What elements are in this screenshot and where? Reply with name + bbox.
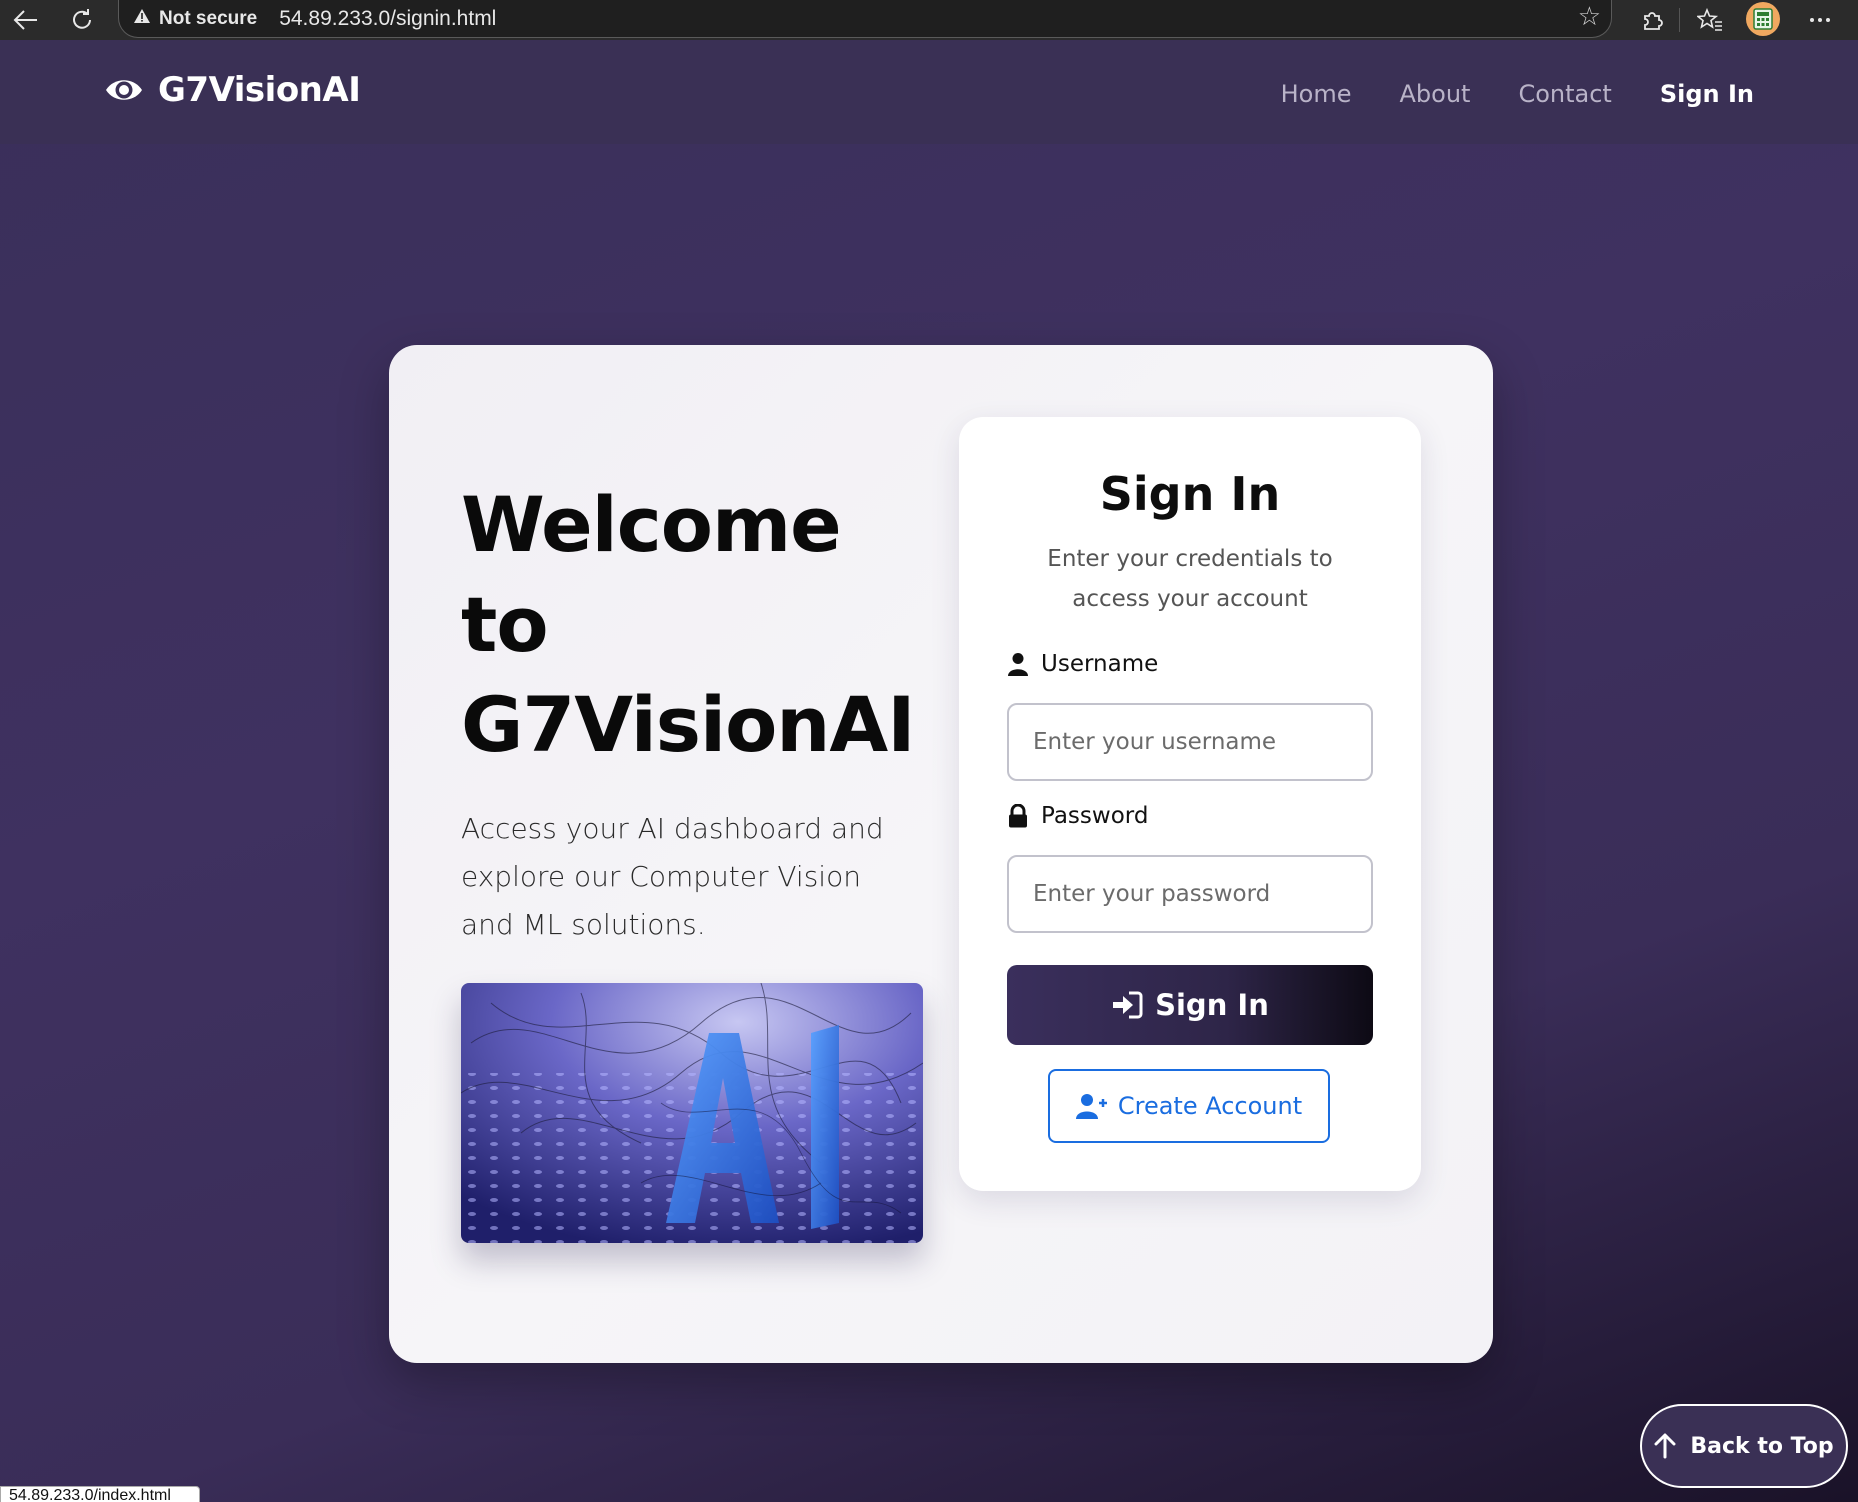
extensions-icon[interactable]: [1632, 0, 1672, 40]
welcome-heading: Welcome to G7VisionAI: [461, 480, 916, 769]
arrow-up-icon: [1654, 1433, 1676, 1459]
nav-contact[interactable]: Contact: [1518, 80, 1611, 108]
signin-subtitle: Enter your credentials to access your ac…: [1047, 546, 1333, 612]
signin-button[interactable]: Sign In: [1007, 965, 1373, 1045]
brand-link[interactable]: G7VisionAI: [104, 70, 361, 110]
username-label-text: Username: [1041, 651, 1159, 677]
back-to-top-label: Back to Top: [1690, 1433, 1834, 1459]
toolbar-divider: [1679, 8, 1680, 32]
star-icon[interactable]: ☆: [1578, 2, 1601, 32]
password-label-text: Password: [1041, 803, 1149, 829]
lock-icon: [1009, 804, 1027, 828]
signin-card: Welcome to G7VisionAI Access your AI das…: [389, 345, 1493, 1363]
url-text[interactable]: 54.89.233.0/signin.html: [279, 7, 496, 31]
eye-icon: [106, 80, 142, 100]
user-icon: [1008, 653, 1028, 676]
address-bar[interactable]: Not secure 54.89.233.0/signin.html ☆: [118, 0, 1612, 38]
welcome-description: Access your AI dashboard and explore our…: [461, 812, 884, 941]
ai-hero-image: [461, 983, 923, 1243]
back-to-top-button[interactable]: Back to Top: [1640, 1404, 1848, 1488]
favorites-icon[interactable]: [1690, 0, 1730, 40]
nav-sign-in[interactable]: Sign In: [1660, 80, 1754, 108]
create-account-button[interactable]: Create Account: [1048, 1069, 1330, 1143]
password-label: Password: [1007, 803, 1148, 829]
navbar: G7VisionAI Home About Contact Sign In: [0, 40, 1858, 144]
back-arrow-icon[interactable]: [6, 0, 46, 40]
username-input[interactable]: [1007, 703, 1373, 781]
status-bar-url: 54.89.233.0/index.html: [0, 1486, 200, 1502]
login-panel: Sign In Enter your credentials to access…: [959, 417, 1421, 1191]
more-options-icon[interactable]: [1800, 0, 1840, 40]
brand-name: G7VisionAI: [158, 70, 361, 110]
user-plus-icon: [1075, 1094, 1107, 1119]
nav-links: Home About Contact Sign In: [1281, 80, 1754, 108]
signin-button-label: Sign In: [1155, 988, 1269, 1022]
password-input[interactable]: [1007, 855, 1373, 933]
nav-home[interactable]: Home: [1281, 80, 1352, 108]
create-account-label: Create Account: [1117, 1092, 1303, 1120]
reload-icon[interactable]: [62, 0, 102, 40]
security-label[interactable]: Not secure: [159, 8, 257, 30]
page-background: G7VisionAI Home About Contact Sign In We…: [0, 40, 1858, 1502]
username-label: Username: [1007, 651, 1158, 677]
nav-about[interactable]: About: [1400, 80, 1471, 108]
sign-in-icon: [1113, 991, 1143, 1019]
calculator-extension-icon[interactable]: [1746, 2, 1780, 36]
browser-toolbar: Not secure 54.89.233.0/signin.html ☆: [0, 0, 1858, 40]
signin-title: Sign In: [1099, 467, 1281, 521]
warning-icon: [133, 8, 151, 29]
